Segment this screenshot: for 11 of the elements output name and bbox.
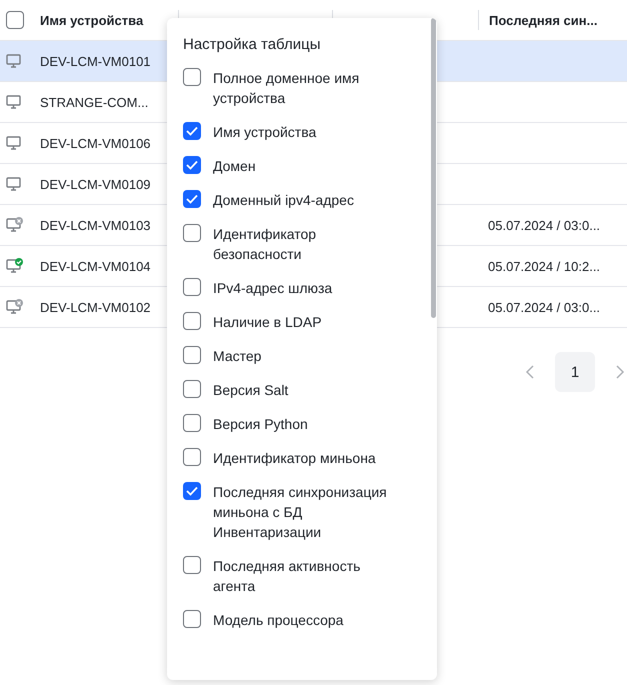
device-name: DEV-LCM-VM0102 (39, 300, 152, 314)
sync-date: 05.07.2024 / 03:0... (487, 300, 602, 314)
device-name: DEV-LCM-VM0103 (39, 218, 152, 232)
device-name: DEV-LCM-VM0109 (39, 176, 152, 192)
device-name: DEV-LCM-VM0104 (39, 258, 152, 274)
device-name: STRANGE-COM... (39, 94, 150, 110)
device-name: DEV-LCM-VM0106 (39, 136, 152, 150)
sync-date: 05.07.2024 / 03:0... (487, 218, 602, 232)
device-name: DEV-LCM-VM0101 (39, 54, 152, 68)
popup-title: Настройка таблицы (183, 36, 322, 53)
sync-date: 05.07.2024 / 10:2... (487, 258, 602, 274)
